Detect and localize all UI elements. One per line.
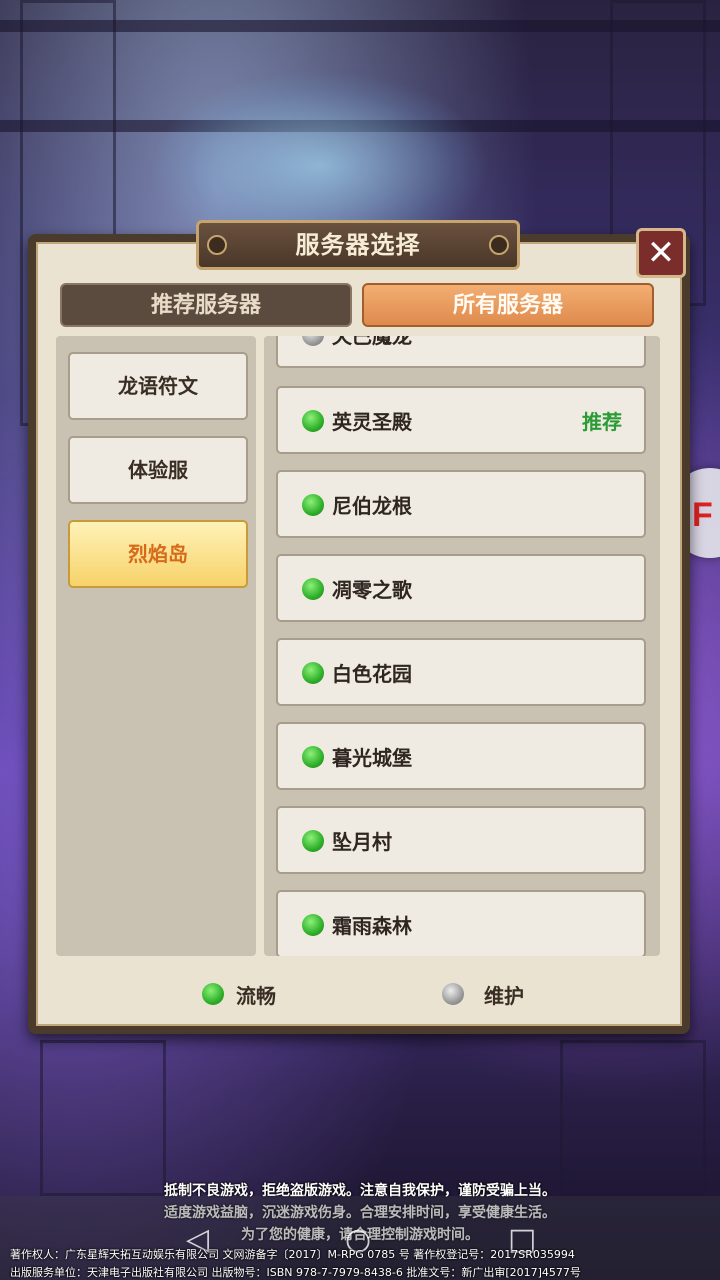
server-item[interactable]: 坠月村 (276, 806, 646, 874)
legend-maintenance-label: 维护 (484, 984, 524, 1008)
tab-all-label: 所有服务器 (452, 293, 563, 318)
server-name: 英灵圣殿 (332, 410, 412, 434)
rivet-right-icon (489, 235, 509, 255)
server-name: 白色花园 (332, 662, 412, 686)
server-item[interactable]: 凋零之歌 (276, 554, 646, 622)
dialog-title-plate: 服务器选择 (196, 220, 520, 270)
status-smooth-icon (302, 578, 324, 600)
server-name: 霜雨森林 (332, 914, 412, 938)
server-item[interactable]: 英灵圣殿 推荐 (276, 386, 646, 454)
server-name: 尼伯龙根 (332, 494, 412, 518)
tab-recommended-label: 推荐服务器 (150, 293, 261, 318)
server-item[interactable]: 白色花园 (276, 638, 646, 706)
region-label: 龙语符文 (118, 374, 198, 398)
rivet-left-icon (207, 235, 227, 255)
tab-recommended-servers[interactable]: 推荐服务器 (60, 283, 352, 327)
server-item[interactable]: 尼伯龙根 (276, 470, 646, 538)
region-label: 烈焰岛 (128, 542, 188, 566)
close-button[interactable]: ✕ (636, 228, 686, 278)
status-smooth-icon (302, 830, 324, 852)
status-smooth-icon (302, 494, 324, 516)
legend-maintenance-icon (442, 983, 464, 1005)
status-smooth-icon (302, 662, 324, 684)
server-name: 凋零之歌 (332, 578, 412, 602)
tab-all-servers[interactable]: 所有服务器 (362, 283, 654, 327)
recommend-tag: 推荐 (582, 410, 622, 434)
region-item-selected[interactable]: 烈焰岛 (68, 520, 248, 588)
status-smooth-icon (302, 410, 324, 432)
server-list[interactable]: 夭巴魔龙 英灵圣殿 推荐 尼伯龙根 凋零之歌 白色花园 暮光城堡 坠月村 霜雨森… (264, 336, 660, 956)
legend-smooth-icon (202, 983, 224, 1005)
server-name: 坠月村 (332, 830, 392, 854)
angel-illustration (150, 70, 490, 230)
legend-smooth-label: 流畅 (236, 984, 276, 1008)
status-smooth-icon (302, 914, 324, 936)
status-maintenance-icon (302, 336, 324, 346)
status-smooth-icon (302, 746, 324, 768)
dialog-title: 服务器选择 (295, 231, 421, 259)
server-name: 暮光城堡 (332, 746, 412, 770)
server-item[interactable]: 夭巴魔龙 (276, 336, 646, 368)
region-label: 体验服 (128, 458, 188, 482)
server-item[interactable]: 霜雨森林 (276, 890, 646, 956)
server-item[interactable]: 暮光城堡 (276, 722, 646, 790)
copyright-line: 著作权人：广东星辉天拓互动娱乐有限公司 文网游备字〔2017〕M-RPG 078… (10, 1248, 575, 1261)
region-item[interactable]: 体验服 (68, 436, 248, 504)
copyright-line: 出版服务单位：天津电子出版社有限公司 出版物号：ISBN 978-7-7979-… (10, 1266, 581, 1279)
region-item[interactable]: 龙语符文 (68, 352, 248, 420)
close-icon: ✕ (646, 233, 676, 273)
side-float-icon: F (692, 496, 713, 534)
region-list[interactable] (56, 336, 256, 956)
server-name: 夭巴魔龙 (332, 336, 412, 348)
